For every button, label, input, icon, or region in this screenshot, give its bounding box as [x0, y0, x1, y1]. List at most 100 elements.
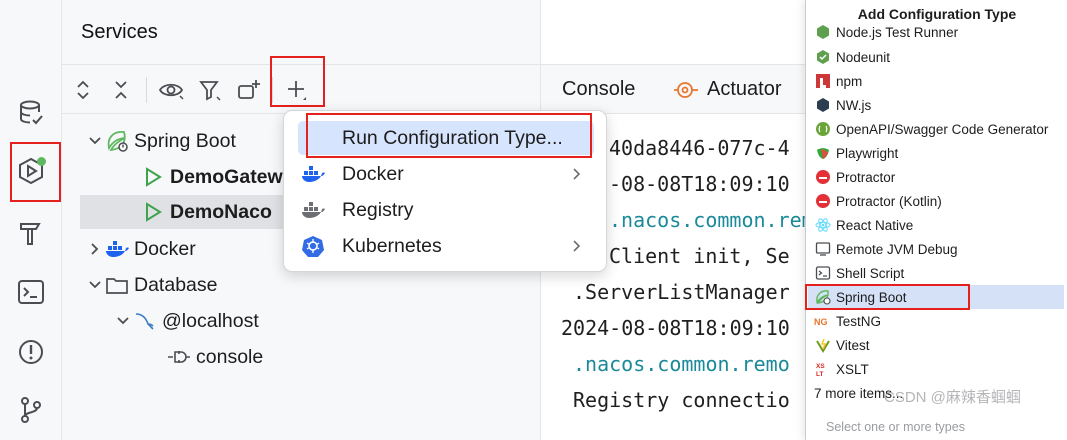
tree-item-console[interactable]: console	[62, 340, 540, 374]
spring-boot-icon	[104, 129, 130, 153]
svg-text:XS: XS	[816, 363, 825, 370]
tree-item-label: DemoGatew	[170, 165, 283, 188]
nodejs-icon	[814, 23, 832, 41]
list-item-npm[interactable]: npm	[808, 69, 1064, 93]
tree-item-label: console	[196, 345, 264, 368]
tree-item-label: @localhost	[162, 309, 259, 332]
list-item-openapi[interactable]: OpenAPI/Swagger Code Generator	[808, 117, 1064, 141]
chevron-down-icon	[86, 280, 104, 290]
watermark: CSDN @麻辣香蝈蝈	[884, 389, 1021, 406]
build-hammer-icon[interactable]	[14, 216, 48, 250]
shell-icon	[814, 264, 832, 282]
terminal-icon[interactable]	[14, 275, 48, 309]
eye-icon[interactable]	[156, 75, 186, 105]
list-item-nodeunit[interactable]: Nodeunit	[808, 45, 1064, 69]
console-line: Registry connectio	[573, 388, 790, 412]
filter-icon[interactable]	[195, 75, 225, 105]
list-item-label: React Native	[836, 217, 914, 233]
xslt-icon: XS LT	[814, 360, 832, 378]
activity-strip	[0, 0, 62, 440]
list-item-xslt[interactable]: XS LT XSLT	[808, 357, 1064, 381]
tree-item-localhost[interactable]: @localhost	[62, 304, 540, 338]
menu-item-label: Registry	[342, 198, 414, 221]
chevron-down-icon	[86, 136, 104, 146]
console-line: Client init, Se	[609, 244, 790, 268]
mysql-icon	[132, 310, 158, 332]
list-item-label: Shell Script	[836, 265, 905, 281]
list-item-testng[interactable]: NG TestNG	[808, 309, 1064, 333]
list-item-nodejs-test-runner[interactable]: Node.js Test Runner	[808, 22, 1064, 42]
list-item-label: NW.js	[836, 97, 872, 113]
playwright-icon	[814, 144, 832, 162]
list-item-label: Protractor (Kotlin)	[836, 193, 942, 209]
list-item-label: Node.js Test Runner	[836, 24, 959, 40]
list-item-nwjs[interactable]: NW.js	[808, 93, 1064, 117]
list-item-label: Protractor	[836, 169, 896, 185]
menu-item-docker[interactable]: Docker	[298, 157, 594, 191]
tab-console[interactable]: Console	[562, 78, 635, 101]
console-plug-icon	[166, 348, 192, 366]
list-item-label: TestNG	[836, 313, 882, 329]
git-branch-icon[interactable]	[14, 393, 48, 427]
new-tab-icon[interactable]	[234, 75, 264, 105]
list-item-playwright[interactable]: Playwright	[808, 141, 1064, 165]
spring-boot-highlight	[805, 284, 970, 310]
testng-icon: NG	[814, 312, 832, 330]
console-line: 40da8446-077c-4	[609, 136, 790, 160]
console-line: .nacos.common.remo	[573, 352, 790, 376]
protractor-icon	[814, 168, 832, 186]
chevron-right-icon	[572, 165, 582, 188]
nodeunit-icon	[814, 48, 832, 66]
panel-title: Services	[81, 21, 158, 43]
tab-label: Actuator	[707, 78, 782, 100]
menu-item-registry[interactable]: Registry	[298, 193, 594, 227]
protractor-kotlin-icon	[814, 192, 832, 210]
list-item-label: Playwright	[836, 145, 899, 161]
list-item-protractor[interactable]: Protractor	[808, 165, 1064, 189]
console-line: -08-08T18:09:10	[609, 172, 790, 196]
run-configuration-type-highlight	[306, 113, 592, 158]
list-item-remote-jvm-debug[interactable]: Remote JVM Debug	[808, 237, 1064, 261]
actuator-icon	[674, 81, 698, 98]
list-title: Add Configuration Type	[857, 6, 1017, 22]
remote-debug-icon	[814, 240, 832, 258]
run-icon	[140, 201, 166, 223]
console-line: .nacos.common.remo	[609, 208, 805, 232]
menu-item-kubernetes[interactable]: Kubernetes	[298, 229, 594, 263]
chevron-right-icon	[572, 237, 582, 260]
add-configuration-type-list: Add Configuration Type Node.js Test Runn…	[805, 0, 1067, 440]
chevron-right-icon	[86, 242, 104, 256]
tree-item-database[interactable]: Database	[62, 268, 540, 302]
tree-item-label: Docker	[134, 237, 196, 260]
npm-icon	[814, 72, 832, 90]
tree-item-label: Spring Boot	[134, 129, 236, 152]
list-item-label: Remote JVM Debug	[836, 241, 958, 257]
toolbar-separator	[146, 77, 147, 103]
kubernetes-icon	[298, 235, 328, 257]
problems-icon[interactable]	[14, 335, 48, 369]
registry-icon	[298, 199, 328, 221]
list-item-react-native[interactable]: React Native	[808, 213, 1064, 237]
list-item-protractor-kotlin[interactable]: Protractor (Kotlin)	[808, 189, 1064, 213]
list-item-shell-script[interactable]: Shell Script	[808, 261, 1064, 285]
tree-item-label: Database	[134, 273, 218, 296]
folder-icon	[104, 275, 130, 295]
react-icon	[814, 216, 832, 234]
nwjs-icon	[814, 96, 832, 114]
tab-actuator[interactable]: Actuator	[673, 78, 781, 101]
database-icon[interactable]	[14, 96, 48, 130]
menu-item-label: Docker	[342, 162, 404, 185]
run-icon	[140, 166, 166, 188]
search-hint: Select one or more types	[826, 420, 965, 434]
add-service-highlight	[270, 56, 325, 107]
tree-item-label: DemoNaco	[170, 200, 272, 223]
openapi-icon	[814, 120, 832, 138]
expand-all-icon[interactable]	[68, 75, 98, 105]
list-item-label: XSLT	[836, 361, 869, 377]
list-item-vitest[interactable]: Vitest	[808, 333, 1064, 357]
vitest-icon	[814, 336, 832, 354]
list-item-label: Vitest	[836, 337, 870, 353]
collapse-all-icon[interactable]	[106, 75, 136, 105]
menu-item-label: Kubernetes	[342, 234, 442, 257]
chevron-down-icon	[114, 316, 132, 326]
